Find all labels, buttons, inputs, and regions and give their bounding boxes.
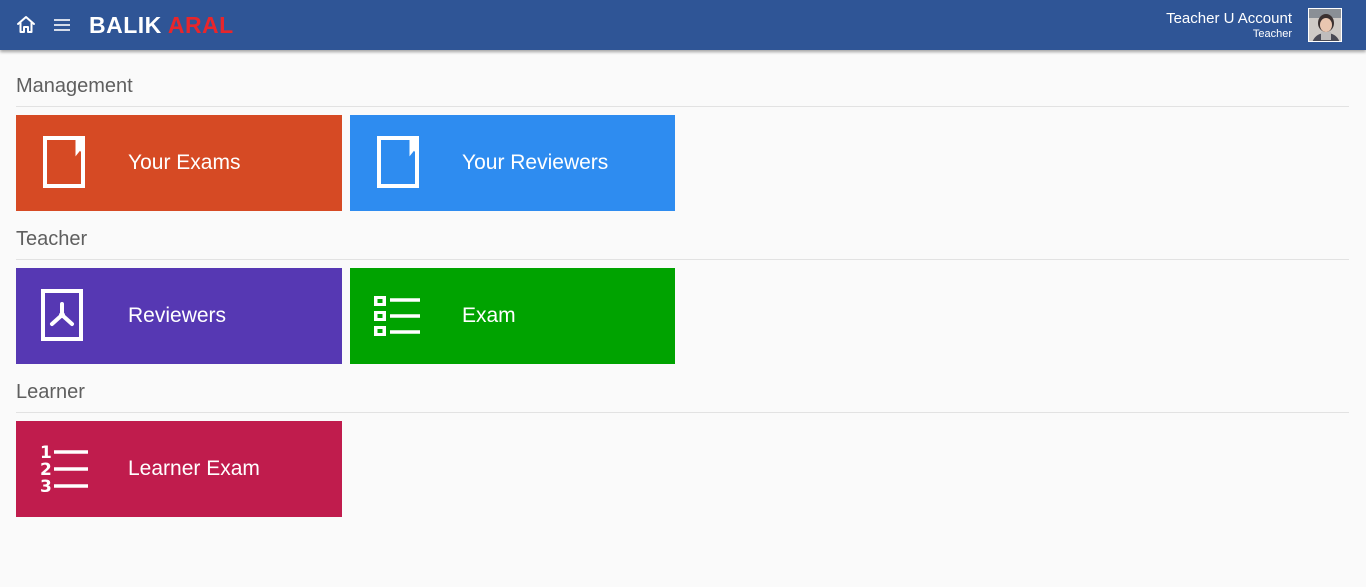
tile-exam[interactable]: Exam — [350, 268, 675, 364]
pdf-document-icon — [40, 288, 92, 344]
numbered-list-icon: 1 2 3 — [40, 441, 92, 497]
account-role: Teacher — [1252, 28, 1292, 40]
book-icon — [40, 135, 92, 191]
account-name: Teacher U Account — [1166, 10, 1292, 27]
tile-label: Reviewers — [128, 304, 227, 327]
section-title-management: Management — [16, 75, 133, 97]
tile-label: Exam — [462, 304, 516, 327]
home-icon[interactable] — [14, 13, 38, 37]
tile-reviewers[interactable]: Reviewers — [16, 268, 342, 364]
section-divider — [16, 106, 1349, 107]
checklist-icon — [374, 288, 426, 344]
hamburger-menu-icon[interactable] — [51, 14, 73, 36]
tile-learner-exam[interactable]: 1 2 3 Learner Exam — [16, 421, 342, 517]
tile-label: Your Exams — [128, 151, 241, 174]
section-divider — [16, 259, 1349, 260]
section-title-teacher: Teacher — [16, 228, 88, 250]
brand-part1: BALIK — [89, 12, 162, 38]
section-title-learner: Learner — [16, 381, 85, 403]
book-icon — [374, 135, 426, 191]
account-info[interactable]: Teacher U Account Teacher — [1166, 10, 1292, 41]
top-navigation-bar: BALIK ARAL Teacher U Account Teacher — [0, 0, 1366, 50]
brand-part2: ARAL — [167, 12, 234, 38]
brand-logo[interactable]: BALIK ARAL — [89, 11, 234, 39]
tile-your-exams[interactable]: Your Exams — [16, 115, 342, 211]
tile-label: Learner Exam — [128, 457, 260, 480]
svg-text:3: 3 — [40, 477, 52, 497]
avatar[interactable] — [1308, 8, 1342, 42]
section-divider — [16, 412, 1349, 413]
tile-your-reviewers[interactable]: Your Reviewers — [350, 115, 675, 211]
tile-label: Your Reviewers — [462, 151, 609, 174]
